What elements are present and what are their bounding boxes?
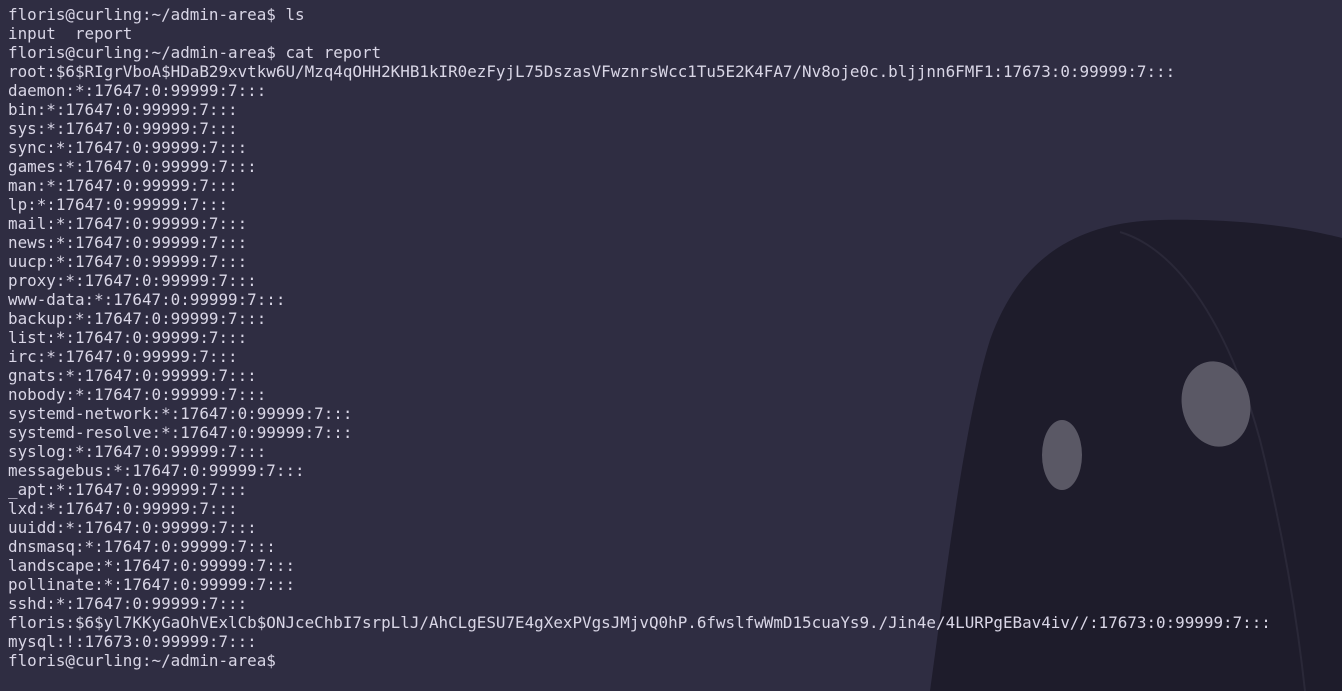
terminal-output-line: news:*:17647:0:99999:7:::	[8, 233, 248, 252]
terminal-output-line: mail:*:17647:0:99999:7:::	[8, 214, 248, 233]
terminal-output-line: sshd:*:17647:0:99999:7:::	[8, 594, 248, 613]
terminal-output-line: list:*:17647:0:99999:7:::	[8, 328, 248, 347]
terminal-output-line: landscape:*:17647:0:99999:7:::	[8, 556, 296, 575]
terminal-output-line: games:*:17647:0:99999:7:::	[8, 157, 257, 176]
terminal-output-line: uuidd:*:17647:0:99999:7:::	[8, 518, 257, 537]
terminal-output-line: input report	[8, 24, 133, 43]
terminal-output-line: dnsmasq:*:17647:0:99999:7:::	[8, 537, 276, 556]
terminal-output-line: sys:*:17647:0:99999:7:::	[8, 119, 238, 138]
terminal-output-line: root:$6$RIgrVboA$HDaB29xvtkw6U/Mzq4qOHH2…	[8, 62, 1176, 81]
terminal-prompt-line: floris@curling:~/admin-area$ cat report	[8, 43, 382, 62]
terminal-output-line: gnats:*:17647:0:99999:7:::	[8, 366, 257, 385]
terminal-output-line: syslog:*:17647:0:99999:7:::	[8, 442, 267, 461]
terminal-output-line: uucp:*:17647:0:99999:7:::	[8, 252, 248, 271]
terminal-output-line: sync:*:17647:0:99999:7:::	[8, 138, 248, 157]
terminal-output-line: _apt:*:17647:0:99999:7:::	[8, 480, 248, 499]
terminal-output-line: man:*:17647:0:99999:7:::	[8, 176, 238, 195]
terminal-output-line: nobody:*:17647:0:99999:7:::	[8, 385, 267, 404]
terminal-output-line: backup:*:17647:0:99999:7:::	[8, 309, 267, 328]
terminal-output-line: systemd-resolve:*:17647:0:99999:7:::	[8, 423, 353, 442]
terminal-output-line: messagebus:*:17647:0:99999:7:::	[8, 461, 305, 480]
terminal-prompt-line: floris@curling:~/admin-area$ ls	[8, 5, 305, 24]
terminal-output-line: pollinate:*:17647:0:99999:7:::	[8, 575, 296, 594]
terminal-output-line: lp:*:17647:0:99999:7:::	[8, 195, 229, 214]
terminal-output-line: bin:*:17647:0:99999:7:::	[8, 100, 238, 119]
terminal-output-line: floris:$6$yl7KKyGaOhVExlCb$ONJceChbI7srp…	[8, 613, 1271, 632]
terminal-prompt-line: floris@curling:~/admin-area$	[8, 651, 276, 670]
terminal-output-line: mysql:!:17673:0:99999:7:::	[8, 632, 257, 651]
terminal-output-line: www-data:*:17647:0:99999:7:::	[8, 290, 286, 309]
terminal-output-line: proxy:*:17647:0:99999:7:::	[8, 271, 257, 290]
terminal-output[interactable]: floris@curling:~/admin-area$ ls input rep…	[8, 5, 1271, 670]
terminal-output-line: lxd:*:17647:0:99999:7:::	[8, 499, 238, 518]
terminal-output-line: systemd-network:*:17647:0:99999:7:::	[8, 404, 353, 423]
terminal-output-line: irc:*:17647:0:99999:7:::	[8, 347, 238, 366]
terminal-output-line: daemon:*:17647:0:99999:7:::	[8, 81, 267, 100]
